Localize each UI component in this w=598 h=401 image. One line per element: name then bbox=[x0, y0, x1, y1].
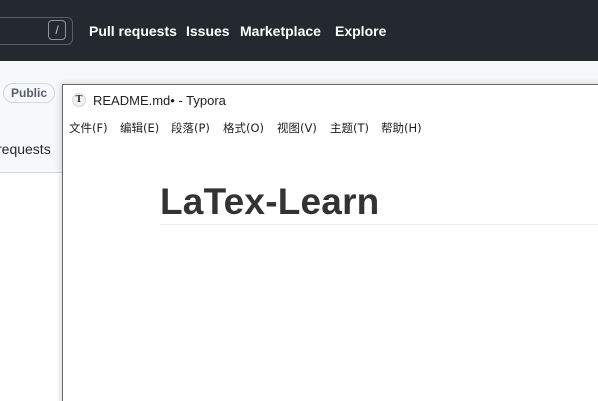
menu-theme[interactable]: 主题(T) bbox=[330, 120, 369, 136]
menu-bar: 文件(F) 编辑(E) 段落(P) 格式(O) 视图(V) 主题(T) 帮助(H… bbox=[63, 115, 598, 137]
menu-file[interactable]: 文件(F) bbox=[69, 120, 108, 136]
search-shortcut-key: / bbox=[48, 20, 66, 40]
window-title: README.md• - Typora bbox=[93, 93, 226, 108]
desktop: / Pull requests Issues Marketplace Explo… bbox=[0, 0, 598, 401]
typora-app-icon: T bbox=[72, 93, 86, 107]
nav-pull-requests[interactable]: Pull requests bbox=[89, 23, 177, 39]
nav-issues[interactable]: Issues bbox=[186, 23, 230, 39]
nav-marketplace[interactable]: Marketplace bbox=[240, 23, 321, 39]
menu-view[interactable]: 视图(V) bbox=[277, 120, 317, 136]
heading-underline bbox=[160, 224, 598, 225]
title-bar[interactable]: T README.md• - Typora bbox=[63, 85, 598, 115]
menu-edit[interactable]: 编辑(E) bbox=[120, 120, 159, 136]
tab-pull-requests[interactable]: requests bbox=[0, 141, 51, 157]
document-heading[interactable]: LaTex-Learn bbox=[160, 181, 379, 223]
menu-paragraph[interactable]: 段落(P) bbox=[171, 120, 210, 136]
typora-window: T README.md• - Typora 文件(F) 编辑(E) 段落(P) … bbox=[62, 84, 598, 401]
menu-format[interactable]: 格式(O) bbox=[223, 120, 264, 136]
menu-help[interactable]: 帮助(H) bbox=[381, 120, 422, 136]
github-header: / Pull requests Issues Marketplace Explo… bbox=[0, 0, 598, 61]
nav-explore[interactable]: Explore bbox=[335, 23, 386, 39]
visibility-badge: Public bbox=[3, 83, 56, 103]
